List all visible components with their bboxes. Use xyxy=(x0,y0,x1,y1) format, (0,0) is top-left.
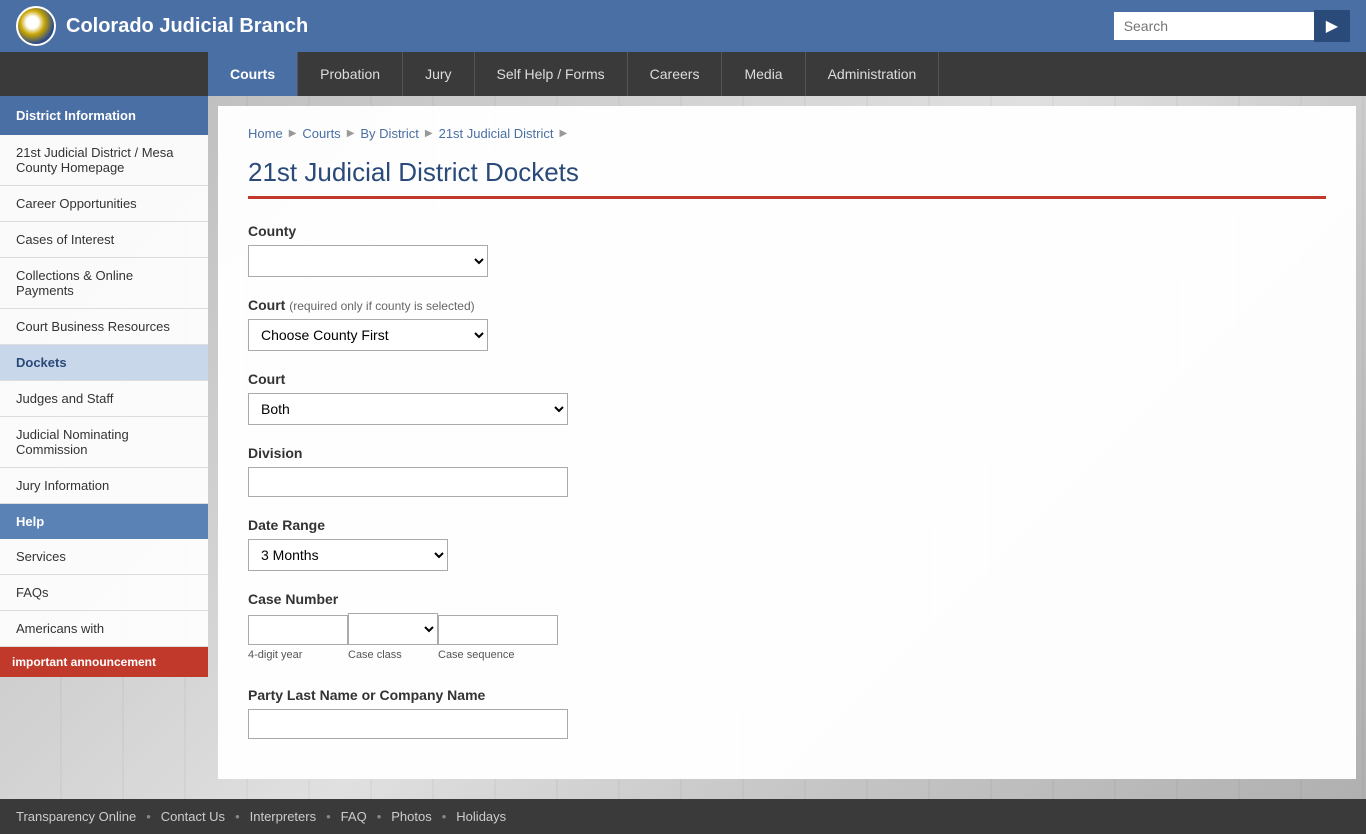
footer-link-holidays[interactable]: Holidays xyxy=(456,809,506,824)
main-layout: District Information 21st Judicial Distr… xyxy=(0,96,1366,799)
party-name-label: Party Last Name or Company Name xyxy=(248,687,1326,703)
case-class-label: Case class xyxy=(348,649,438,661)
footer-sep-1: • xyxy=(146,809,151,824)
breadcrumb-sep-4: ▶ xyxy=(559,128,567,139)
footer-sep-5: • xyxy=(442,809,447,824)
breadcrumb-by-district[interactable]: By District xyxy=(360,126,419,141)
search-button[interactable]: ▶ xyxy=(1314,10,1350,42)
date-range-group: Date Range 1 Month 3 Months 6 Months 12 … xyxy=(248,517,1326,571)
search-bar: ▶ xyxy=(1114,10,1350,42)
breadcrumb-sep-1: ▶ xyxy=(289,128,297,139)
nav-item-careers[interactable]: Careers xyxy=(628,52,723,96)
logo-area: Colorado Judicial Branch xyxy=(16,6,1114,46)
court-sub-label: (required only if county is selected) xyxy=(289,299,474,313)
sidebar-item-services[interactable]: Services xyxy=(0,539,208,575)
footer-sep-3: • xyxy=(326,809,331,824)
sidebar: District Information 21st Judicial Distr… xyxy=(0,96,208,799)
breadcrumb-sep-3: ▶ xyxy=(425,128,433,139)
court-required-select[interactable]: Choose County First District Court Count… xyxy=(248,319,488,351)
date-range-select[interactable]: 1 Month 3 Months 6 Months 12 Months xyxy=(248,539,448,571)
footer-sep-2: • xyxy=(235,809,240,824)
sidebar-item-jury-info[interactable]: Jury Information xyxy=(0,468,208,504)
division-group: Division xyxy=(248,445,1326,497)
case-number-row: 4-digit year CV CR DR JV Case class xyxy=(248,613,1326,667)
content-area: Home ▶ Courts ▶ By District ▶ 21st Judic… xyxy=(208,96,1366,799)
case-seq-label: Case sequence xyxy=(438,649,558,661)
party-name-input[interactable] xyxy=(248,709,568,739)
sidebar-item-collections[interactable]: Collections & Online Payments xyxy=(0,258,208,309)
court-label: Court xyxy=(248,371,1326,387)
breadcrumb-home[interactable]: Home xyxy=(248,126,283,141)
case-year-input[interactable] xyxy=(248,615,348,645)
court-required-label: Court (required only if county is select… xyxy=(248,297,1326,313)
nav-item-courts[interactable]: Courts xyxy=(208,52,298,96)
nav-item-selfhelp[interactable]: Self Help / Forms xyxy=(475,52,628,96)
footer-sep-4: • xyxy=(377,809,382,824)
sidebar-item-faqs[interactable]: FAQs xyxy=(0,575,208,611)
division-input[interactable] xyxy=(248,467,568,497)
case-class-select[interactable]: CV CR DR JV xyxy=(348,613,438,645)
footer-link-interpreters[interactable]: Interpreters xyxy=(250,809,316,824)
court-group: Court Both District Court County Court xyxy=(248,371,1326,425)
nav-item-administration[interactable]: Administration xyxy=(806,52,940,96)
case-seq-input[interactable] xyxy=(438,615,558,645)
court-select[interactable]: Both District Court County Court xyxy=(248,393,568,425)
county-select[interactable]: Mesa xyxy=(248,245,488,277)
case-year-label: 4-digit year xyxy=(248,649,348,661)
county-group: County Mesa xyxy=(248,223,1326,277)
site-footer: Transparency Online • Contact Us • Inter… xyxy=(0,799,1366,834)
footer-link-photos[interactable]: Photos xyxy=(391,809,431,824)
party-name-group: Party Last Name or Company Name xyxy=(248,687,1326,739)
case-number-label: Case Number xyxy=(248,591,1326,607)
site-header: Colorado Judicial Branch ▶ xyxy=(0,0,1366,52)
breadcrumb-sep-2: ▶ xyxy=(347,128,355,139)
case-number-group: Case Number 4-digit year CV CR DR JV xyxy=(248,591,1326,667)
division-label: Division xyxy=(248,445,1326,461)
court-required-group: Court (required only if county is select… xyxy=(248,297,1326,351)
county-label: County xyxy=(248,223,1326,239)
sidebar-help-header: Help xyxy=(0,504,208,539)
breadcrumb: Home ▶ Courts ▶ By District ▶ 21st Judic… xyxy=(248,126,1326,141)
sidebar-item-business[interactable]: Court Business Resources xyxy=(0,309,208,345)
sidebar-item-cases[interactable]: Cases of Interest xyxy=(0,222,208,258)
date-range-label: Date Range xyxy=(248,517,1326,533)
site-title: Colorado Judicial Branch xyxy=(66,15,308,38)
case-year-field: 4-digit year xyxy=(248,615,348,667)
sidebar-item-americans[interactable]: Americans with xyxy=(0,611,208,647)
sidebar-item-homepage[interactable]: 21st Judicial District / Mesa County Hom… xyxy=(0,135,208,186)
sidebar-item-dockets[interactable]: Dockets xyxy=(0,345,208,381)
footer-link-faq[interactable]: FAQ xyxy=(341,809,367,824)
nav-item-jury[interactable]: Jury xyxy=(403,52,474,96)
sidebar-item-career[interactable]: Career Opportunities xyxy=(0,186,208,222)
search-input[interactable] xyxy=(1114,12,1314,40)
nav-item-probation[interactable]: Probation xyxy=(298,52,403,96)
main-nav: Courts Probation Jury Self Help / Forms … xyxy=(0,52,1366,96)
sidebar-district-header: District Information xyxy=(0,96,208,135)
footer-link-contact[interactable]: Contact Us xyxy=(161,809,225,824)
sidebar-item-judicial-nom[interactable]: Judicial Nominating Commission xyxy=(0,417,208,468)
breadcrumb-21st[interactable]: 21st Judicial District xyxy=(439,126,554,141)
footer-link-transparency[interactable]: Transparency Online xyxy=(16,809,136,824)
content-inner: Home ▶ Courts ▶ By District ▶ 21st Judic… xyxy=(218,106,1356,779)
sidebar-item-judges[interactable]: Judges and Staff xyxy=(0,381,208,417)
case-class-field: CV CR DR JV Case class xyxy=(348,613,438,667)
breadcrumb-courts[interactable]: Courts xyxy=(302,126,340,141)
page-title: 21st Judicial District Dockets xyxy=(248,157,1326,199)
nav-item-media[interactable]: Media xyxy=(722,52,805,96)
announcement-bar[interactable]: important announcement xyxy=(0,647,208,677)
case-seq-field: Case sequence xyxy=(438,615,558,667)
site-logo xyxy=(16,6,56,46)
